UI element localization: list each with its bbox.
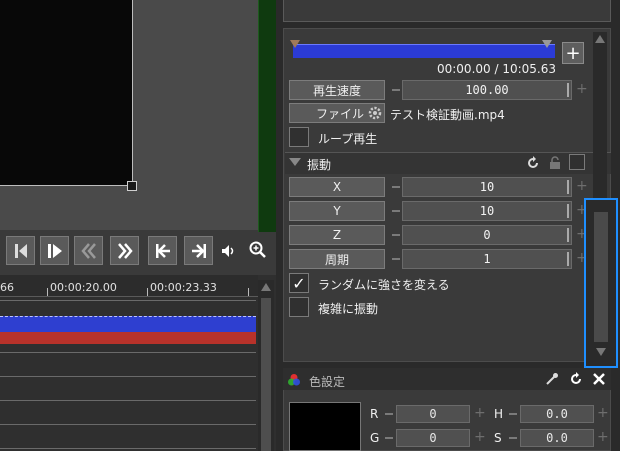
prev-frame-button[interactable] xyxy=(6,236,35,265)
param-y-button[interactable]: Y xyxy=(289,201,385,221)
ruler-tick xyxy=(248,288,249,296)
zoom-icon[interactable] xyxy=(248,240,268,260)
plus-icon[interactable]: + xyxy=(597,430,609,444)
scroll-up-icon[interactable] xyxy=(595,35,605,43)
minus-icon[interactable] xyxy=(392,210,400,212)
resize-handle[interactable] xyxy=(127,181,137,191)
refresh-icon[interactable] xyxy=(569,372,583,386)
play-icon xyxy=(47,243,62,258)
track-divider xyxy=(0,400,256,401)
loop-checkbox[interactable] xyxy=(289,127,309,147)
timeline-ruler[interactable] xyxy=(0,275,258,297)
ruler-label: 66 xyxy=(0,281,14,294)
properties-scrollbar-track[interactable] xyxy=(593,32,607,198)
param-y-slider[interactable]: 10 xyxy=(402,201,572,221)
minus-icon[interactable] xyxy=(392,186,400,188)
plus-icon[interactable]: + xyxy=(474,430,486,444)
color-h-slider[interactable]: 0.0 xyxy=(520,405,594,423)
param-period-slider[interactable]: 1 xyxy=(402,249,572,269)
jump-end-button[interactable] xyxy=(184,236,213,265)
param-x-slider[interactable]: 10 xyxy=(402,177,572,197)
ruler-tick xyxy=(147,288,148,296)
track-divider xyxy=(0,376,256,377)
random-strength-checkbox[interactable]: ✓ xyxy=(289,273,309,293)
rewind-icon xyxy=(80,242,96,259)
minus-icon[interactable] xyxy=(385,437,393,439)
file-label: ファイル xyxy=(316,106,365,121)
vibration-enable-checkbox[interactable] xyxy=(569,154,585,170)
ruler-tick xyxy=(47,288,48,296)
add-button[interactable]: + xyxy=(562,42,584,64)
complex-vibration-label: 複雑に振動 xyxy=(318,302,379,316)
collapse-icon[interactable] xyxy=(289,158,301,166)
fast-forward-button[interactable] xyxy=(110,236,139,265)
minus-icon[interactable] xyxy=(509,413,517,415)
track-divider xyxy=(0,424,256,425)
param-z-button[interactable]: Z xyxy=(289,225,385,245)
color-h-label: H xyxy=(494,407,504,421)
vibration-section-header[interactable] xyxy=(285,152,611,174)
plus-icon[interactable]: + xyxy=(576,82,588,96)
file-name: テスト検証動画.mp4 xyxy=(390,108,505,122)
jump-start-button[interactable] xyxy=(148,236,177,265)
range-end-marker[interactable] xyxy=(542,40,552,48)
timeline-scroll-thumb[interactable] xyxy=(261,298,271,451)
close-icon[interactable] xyxy=(592,372,606,386)
loop-label: ループ再生 xyxy=(318,132,378,146)
track-divider xyxy=(0,352,256,353)
param-period-button[interactable]: 周期 xyxy=(289,249,385,269)
minus-icon[interactable] xyxy=(392,89,400,91)
color-r-label: R xyxy=(370,407,379,421)
play-button[interactable] xyxy=(40,236,69,265)
volume-icon[interactable] xyxy=(220,242,238,260)
eyedropper-icon[interactable] xyxy=(545,372,559,386)
upper-panel xyxy=(283,0,611,22)
ruler-label: 00:00:23.33 xyxy=(150,281,217,294)
minus-icon[interactable] xyxy=(385,413,393,415)
audio-clip-top[interactable] xyxy=(0,316,256,332)
audio-clip-bottom[interactable] xyxy=(0,332,256,344)
speed-label-button[interactable]: 再生速度 xyxy=(289,80,385,100)
minus-icon[interactable] xyxy=(392,234,400,236)
color-g-slider[interactable]: 0 xyxy=(396,429,470,447)
gear-icon[interactable] xyxy=(367,105,383,121)
properties-scroll-thumb[interactable] xyxy=(594,212,608,342)
speed-slider[interactable]: 100.00 xyxy=(402,80,572,100)
plus-icon[interactable]: + xyxy=(474,406,486,420)
color-swatch[interactable] xyxy=(289,402,361,451)
plus-icon[interactable]: + xyxy=(597,406,609,420)
color-s-slider[interactable]: 0.0 xyxy=(520,429,594,447)
ruler-label: 00:00:20.00 xyxy=(50,281,117,294)
time-readout: 00:00.00 / 10:05.63 xyxy=(436,62,556,76)
color-r-slider[interactable]: 0 xyxy=(396,405,470,423)
color-wheel-icon xyxy=(287,373,301,387)
range-start-marker[interactable] xyxy=(290,40,300,48)
jump-end-icon xyxy=(191,243,206,258)
param-x-button[interactable]: X xyxy=(289,177,385,197)
fast-forward-icon xyxy=(117,242,133,259)
preview-canvas[interactable] xyxy=(0,0,133,186)
minus-icon[interactable] xyxy=(509,437,517,439)
minus-icon[interactable] xyxy=(392,258,400,260)
complex-vibration-checkbox[interactable] xyxy=(289,297,309,317)
rewind-button[interactable] xyxy=(74,236,103,265)
jump-start-icon xyxy=(155,243,170,258)
panel-divider xyxy=(258,0,276,232)
vibration-title: 振動 xyxy=(307,158,332,172)
scroll-down-icon[interactable] xyxy=(596,348,606,356)
track-divider xyxy=(0,300,256,301)
color-s-label: S xyxy=(494,431,502,445)
track-divider xyxy=(0,448,256,449)
scroll-up-icon[interactable] xyxy=(261,283,271,291)
color-g-label: G xyxy=(370,431,380,445)
plus-icon[interactable]: + xyxy=(576,179,588,193)
random-strength-label: ランダムに強さを変える xyxy=(318,278,450,292)
param-z-slider[interactable]: 0 xyxy=(402,225,572,245)
reset-icon[interactable] xyxy=(526,156,540,170)
lock-icon[interactable] xyxy=(549,156,561,170)
prev-frame-icon xyxy=(14,243,27,258)
playback-range-bar[interactable] xyxy=(293,44,555,58)
color-panel-title: 色設定 xyxy=(309,375,346,389)
